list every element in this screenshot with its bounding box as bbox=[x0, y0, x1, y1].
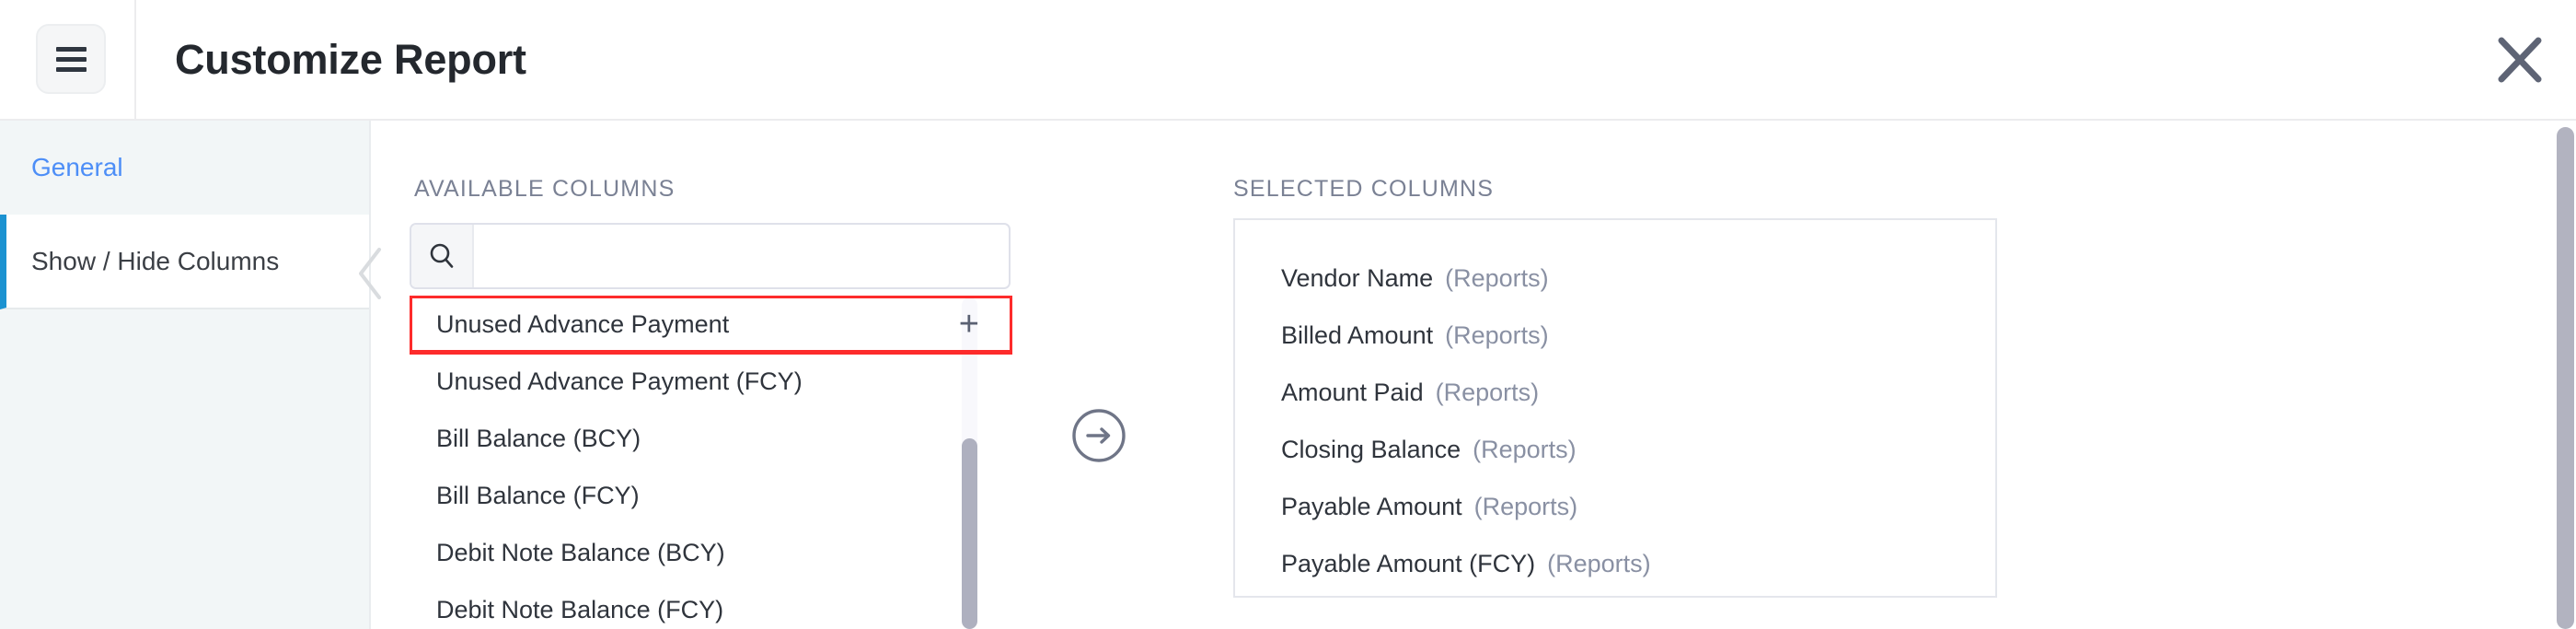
arrow-right-circle-icon[interactable] bbox=[1070, 407, 1127, 464]
selected-column-source: (Reports) bbox=[1445, 320, 1549, 349]
selected-column-row[interactable]: Closing Balance (Reports) bbox=[1235, 421, 1995, 478]
available-list-scrollbar-thumb[interactable] bbox=[962, 438, 977, 629]
selected-column-name: Payable Amount bbox=[1281, 492, 1462, 520]
available-column-row[interactable]: Bill Balance (FCY) bbox=[410, 467, 1012, 524]
page-title: Customize Report bbox=[175, 36, 526, 83]
settings-sidebar: General Show / Hide Columns bbox=[0, 121, 371, 629]
dialog-header: Customize Report bbox=[0, 0, 2576, 121]
selected-column-name: Vendor Name bbox=[1281, 263, 1434, 292]
available-column-label: Bill Balance (FCY) bbox=[436, 481, 640, 509]
customize-report-dialog: Customize Report General Show / Hide Col… bbox=[0, 0, 2576, 629]
selected-column-source: (Reports) bbox=[1473, 435, 1577, 463]
selected-column-row[interactable]: Billed Amount (Reports) bbox=[1235, 307, 1995, 364]
selected-column-name: Amount Paid bbox=[1281, 378, 1424, 406]
available-column-row[interactable]: Unused Advance Payment (FCY) bbox=[410, 353, 1012, 410]
sidebar-item-show-hide-columns[interactable]: Show / Hide Columns bbox=[0, 215, 369, 309]
available-columns-list: Unused Advance Payment + Unused Advance … bbox=[410, 296, 1012, 629]
selected-column-name: Closing Balance bbox=[1281, 435, 1461, 463]
search-icon bbox=[411, 225, 474, 287]
selected-column-source: (Reports) bbox=[1547, 549, 1651, 577]
page-scrollbar-thumb[interactable] bbox=[2557, 127, 2574, 629]
search-input[interactable] bbox=[474, 225, 1009, 287]
available-column-label: Debit Note Balance (BCY) bbox=[436, 538, 725, 566]
selected-column-row[interactable]: Payable Amount (FCY) (Reports) bbox=[1235, 535, 1995, 592]
sidebar-item-label: General bbox=[31, 153, 123, 181]
selected-column-row[interactable]: Payable Amount (Reports) bbox=[1235, 478, 1995, 535]
available-column-label: Unused Advance Payment bbox=[436, 309, 730, 338]
selected-columns-label: SELECTED COLUMNS bbox=[1233, 176, 1495, 202]
hamburger-bar bbox=[55, 66, 87, 72]
available-column-label: Bill Balance (BCY) bbox=[436, 424, 641, 452]
selected-columns-list: Vendor Name (Reports) Billed Amount (Rep… bbox=[1233, 218, 1997, 598]
columns-configurator: AVAILABLE COLUMNS Unused Advance Payment… bbox=[373, 121, 2576, 629]
available-column-row[interactable]: Debit Note Balance (FCY) bbox=[410, 581, 1012, 629]
available-columns-search[interactable] bbox=[410, 223, 1011, 289]
sidebar-item-general[interactable]: General bbox=[0, 121, 369, 215]
chevron-left-icon[interactable] bbox=[352, 244, 392, 303]
available-column-row[interactable]: Debit Note Balance (BCY) bbox=[410, 524, 1012, 581]
hamburger-bar bbox=[55, 56, 87, 62]
selected-column-name: Payable Amount (FCY) bbox=[1281, 549, 1536, 577]
close-icon[interactable] bbox=[2487, 31, 2553, 88]
hamburger-bar bbox=[55, 46, 87, 52]
selected-column-name: Billed Amount bbox=[1281, 320, 1434, 349]
selected-column-row[interactable]: Amount Paid (Reports) bbox=[1235, 364, 1995, 421]
selected-column-source: (Reports) bbox=[1435, 378, 1540, 406]
sidebar-item-label: Show / Hide Columns bbox=[31, 246, 280, 275]
available-column-row[interactable]: Bill Balance (BCY) bbox=[410, 410, 1012, 467]
available-columns-label: AVAILABLE COLUMNS bbox=[414, 176, 676, 202]
selected-column-source: (Reports) bbox=[1445, 263, 1549, 292]
available-column-label: Debit Note Balance (FCY) bbox=[436, 595, 724, 623]
header-menu-cell bbox=[0, 0, 136, 119]
hamburger-icon[interactable] bbox=[36, 24, 106, 94]
available-column-row[interactable]: Unused Advance Payment + bbox=[410, 296, 1012, 355]
plus-icon[interactable]: + bbox=[959, 307, 979, 342]
selected-column-row[interactable]: Vendor Name (Reports) bbox=[1235, 250, 1995, 307]
selected-column-source: (Reports) bbox=[1473, 492, 1578, 520]
available-column-label: Unused Advance Payment (FCY) bbox=[436, 367, 803, 395]
